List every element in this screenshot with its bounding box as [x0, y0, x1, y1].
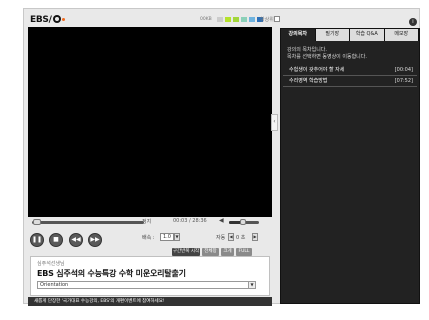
- player-window: EBS/ 00KB 항상위 i ‹ 정지 00:03 / 28:36 ◀ ❚❚ …: [23, 8, 420, 306]
- bandwidth-block: [248, 17, 255, 22]
- sync-label: 자동: [216, 235, 226, 241]
- panel-tabs: 강의목차 필기장 학습 Q&A 메모장: [281, 29, 419, 41]
- volume-icon[interactable]: ◀: [219, 217, 224, 224]
- bandwidth-block: [232, 17, 239, 22]
- logo-dot-icon: [61, 18, 65, 21]
- notice-bar[interactable]: 새롭게 단장한 '국가대표 수능강의, EBS'의 개편이벤트에 참여하세요!: [28, 297, 272, 306]
- forward-button[interactable]: ▶▶: [88, 233, 102, 247]
- fullwindow-button[interactable]: 전체창: [202, 248, 219, 256]
- speed-label: 배속 :: [142, 235, 155, 241]
- lecture-title: EBS 심주석의 수능특강 수학 미운오리탈출기: [37, 269, 186, 278]
- lecture-select[interactable]: Orientation: [37, 281, 249, 289]
- logo-text: EBS: [30, 15, 49, 25]
- bandwidth-indicator: 00KB: [200, 17, 263, 22]
- tab-notes[interactable]: 필기장: [315, 29, 350, 41]
- chapter-item[interactable]: 수리영역 학습방법 [07:52]: [283, 76, 417, 87]
- tab-memo[interactable]: 메모장: [384, 29, 419, 41]
- teacher-name: 심주석선생님: [37, 261, 65, 267]
- logo-circle-icon: [52, 15, 61, 23]
- rewind-button[interactable]: ◀◀: [69, 233, 83, 247]
- playback-time: 00:03 / 28:36: [173, 218, 207, 224]
- lecture-dropdown-icon[interactable]: ▼: [248, 281, 256, 289]
- collapse-panel-icon[interactable]: ‹: [271, 114, 278, 131]
- seek-thumb[interactable]: [33, 219, 42, 225]
- always-on-top-checkbox[interactable]: [274, 16, 280, 22]
- lecture-info: 심주석선생님 EBS 심주석의 수능특강 수학 미운오리탈출기 Orientat…: [30, 256, 270, 296]
- chapter-time: [07:52]: [394, 78, 413, 84]
- chapter-item[interactable]: 수험생이 갖추어야 할 자세 [00:04]: [283, 65, 417, 76]
- chapter-label: 수리영역 학습방법: [289, 78, 328, 84]
- enlarge-button[interactable]: 크게: [221, 248, 234, 256]
- stop-icon: ■: [53, 236, 59, 243]
- side-panel: 강의목차 필기장 학습 Q&A 메모장 강의의 목차입니다. 목차를 선택하면 …: [280, 28, 420, 304]
- speed-select[interactable]: 1.0: [160, 233, 174, 241]
- seek-bar[interactable]: [32, 219, 144, 225]
- sync-decrease-icon[interactable]: ◀: [228, 233, 234, 241]
- logo-slash: /: [48, 15, 52, 25]
- fullscreen-button[interactable]: FULL: [236, 248, 252, 256]
- rewind-icon: ◀◀: [71, 236, 81, 243]
- panel-intro: 강의의 목차입니다. 목차를 선택하면 동영상이 이동합니다.: [287, 47, 367, 60]
- volume-thumb[interactable]: [239, 219, 246, 225]
- bandwidth-label: 00KB: [200, 17, 212, 22]
- bandwidth-block: [216, 17, 223, 22]
- speed-dropdown-icon[interactable]: ▼: [174, 233, 180, 241]
- pause-button[interactable]: ❚❚: [30, 233, 44, 247]
- pause-icon: ❚❚: [31, 236, 43, 243]
- info-icon[interactable]: i: [409, 18, 417, 26]
- tab-qna[interactable]: 학습 Q&A: [350, 29, 385, 41]
- stop-button[interactable]: ■: [49, 233, 63, 247]
- always-on-top-label: 항상위: [260, 17, 274, 23]
- chapter-label: 수험생이 갖추어야 할 자세: [289, 67, 345, 73]
- chapter-time: [00:04]: [394, 67, 413, 73]
- sync-value: 0 초: [236, 235, 246, 241]
- tab-contents[interactable]: 강의목차: [281, 29, 316, 41]
- chapter-list: 수험생이 갖추어야 할 자세 [00:04] 수리영역 학습방법 [07:52]: [283, 65, 417, 87]
- forward-icon: ▶▶: [90, 236, 100, 243]
- sync-increase-icon[interactable]: ▶: [252, 233, 258, 241]
- volume-slider[interactable]: [229, 219, 259, 225]
- repeat-start-button[interactable]: 구간반복 시작: [172, 248, 200, 256]
- ebs-logo: EBS/: [30, 15, 65, 25]
- video-area[interactable]: [28, 27, 272, 217]
- bandwidth-block: [224, 17, 231, 22]
- playback-status: 정지: [142, 219, 152, 225]
- bandwidth-block: [240, 17, 247, 22]
